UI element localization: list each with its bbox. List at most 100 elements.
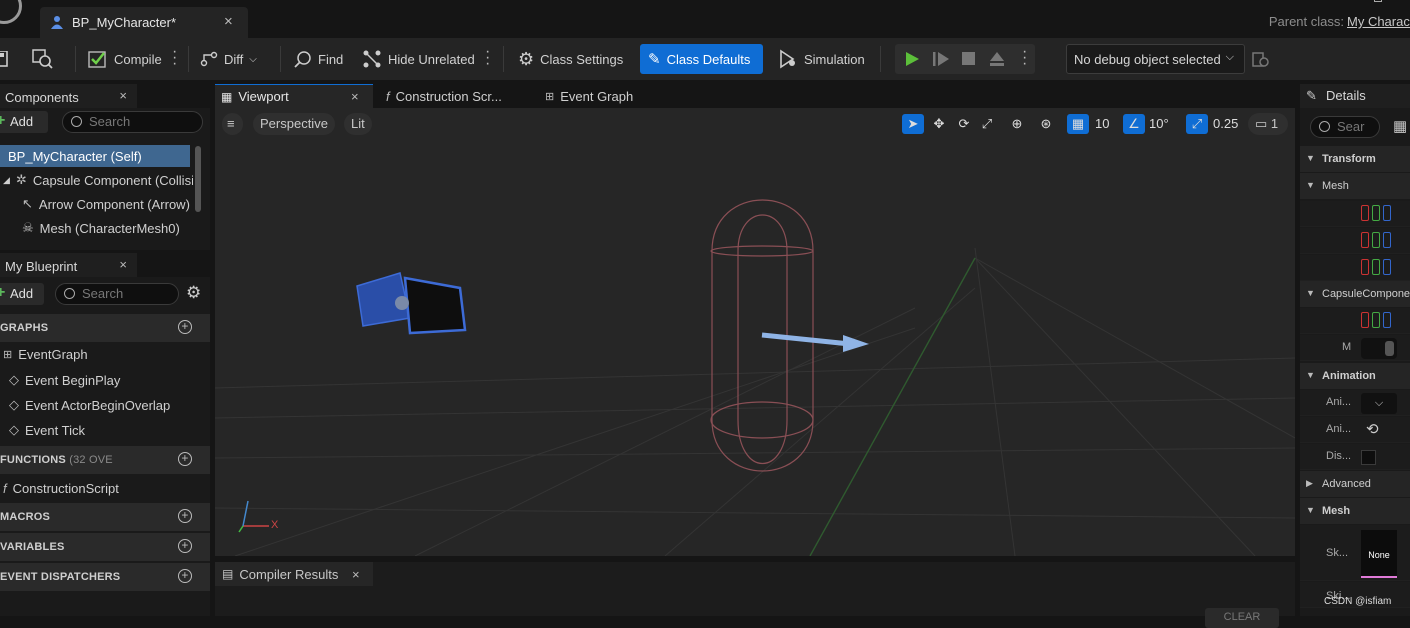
unreal-logo-icon[interactable] bbox=[0, 0, 22, 24]
graph-item-actorbeginoverlap[interactable]: ◇ Event ActorBeginOverlap bbox=[9, 397, 170, 413]
components-panel-tab[interactable]: Components × bbox=[0, 84, 137, 108]
play-options-icon[interactable]: · · · bbox=[1022, 44, 1027, 72]
components-search-input[interactable]: Search bbox=[62, 111, 203, 133]
close-tab-icon[interactable]: × bbox=[352, 567, 360, 582]
variables-section-header[interactable]: VARIABLES + bbox=[0, 533, 210, 561]
graphs-section-label: GRAPHS bbox=[0, 322, 49, 334]
mesh-location-fields[interactable] bbox=[1361, 205, 1397, 221]
advanced-section[interactable]: ▶ Advanced bbox=[1300, 471, 1410, 497]
settings-gear-icon[interactable]: ⚙ bbox=[186, 283, 201, 303]
scale-icon[interactable]: ⤢ bbox=[976, 114, 998, 134]
component-capsule-row[interactable]: ◢ ✲ Capsule Component (Collisi bbox=[3, 169, 193, 191]
capsule-section[interactable]: ▼ CapsuleCompone bbox=[1300, 281, 1410, 307]
details-search-input[interactable]: Sear bbox=[1310, 116, 1380, 138]
animation-section[interactable]: ▼ Animation bbox=[1300, 363, 1410, 389]
translate-icon[interactable]: ✥ bbox=[928, 114, 950, 134]
capsule-section-label: CapsuleCompone bbox=[1322, 288, 1410, 300]
graph-item-beginplay[interactable]: ◇ Event BeginPlay bbox=[9, 372, 120, 388]
add-variable-icon[interactable]: + bbox=[178, 539, 192, 553]
class-settings-button[interactable]: ⚙ Class Settings bbox=[518, 44, 623, 74]
lit-mode-button[interactable]: Lit bbox=[344, 113, 372, 135]
compile-options-icon[interactable]: · · · bbox=[172, 44, 177, 72]
dispatchers-section-header[interactable]: EVENT DISPATCHERS + bbox=[0, 563, 210, 591]
macros-section-header[interactable]: MACROS + bbox=[0, 503, 210, 531]
step-icon[interactable] bbox=[932, 51, 950, 67]
add-member-button[interactable]: + Add bbox=[0, 283, 44, 305]
stop-icon[interactable] bbox=[962, 52, 975, 65]
mesh-scale-fields[interactable] bbox=[1361, 259, 1397, 275]
select-mode-icon[interactable]: ➤ bbox=[902, 114, 924, 134]
component-mesh-row[interactable]: ☠ Mesh (CharacterMesh0) bbox=[22, 217, 190, 239]
play-controls: · · · bbox=[895, 44, 1035, 74]
my-blueprint-panel-tab[interactable]: My Blueprint × bbox=[0, 253, 137, 277]
add-component-button[interactable]: + Add bbox=[0, 111, 48, 133]
simulation-button[interactable]: Simulation bbox=[778, 44, 865, 74]
function-item-constructionscript[interactable]: f ConstructionScript bbox=[3, 481, 119, 496]
components-search-placeholder: Search bbox=[89, 114, 131, 129]
tab-event-graph[interactable]: ⊞ Event Graph bbox=[545, 84, 633, 108]
animation-mode-dropdown[interactable]: ⌵ bbox=[1361, 393, 1397, 414]
graph-item-eventgraph[interactable]: ⊞ EventGraph bbox=[3, 347, 88, 362]
close-tab-icon[interactable]: × bbox=[224, 13, 233, 30]
property-matrix-icon[interactable]: ▦ bbox=[1393, 117, 1407, 135]
rotate-icon[interactable]: ⟳ bbox=[953, 114, 975, 134]
graphs-section-header[interactable]: GRAPHS + bbox=[0, 314, 210, 342]
hide-unrelated-button[interactable]: Hide Unrelated bbox=[362, 44, 475, 74]
tab-viewport[interactable]: ▦ Viewport × bbox=[215, 84, 373, 108]
rotation-snap-value[interactable]: 10° bbox=[1149, 116, 1169, 131]
camera-speed-button[interactable]: ▭ 1 bbox=[1248, 113, 1288, 135]
capsule-scale-fields[interactable] bbox=[1361, 312, 1397, 328]
graph-item-tick[interactable]: ◇ Event Tick bbox=[9, 422, 85, 438]
compiler-results-tab[interactable]: ▤ Compiler Results × bbox=[215, 562, 373, 586]
class-defaults-button[interactable]: ✎ Class Defaults bbox=[640, 44, 763, 74]
rotation-snap-icon[interactable]: ∠ bbox=[1123, 114, 1145, 134]
parent-class-link[interactable]: My Charact bbox=[1347, 14, 1410, 29]
find-button[interactable]: Find bbox=[294, 44, 343, 74]
component-self-row[interactable]: BP_MyCharacter (Self) bbox=[0, 145, 190, 167]
browse-asset-icon[interactable] bbox=[32, 49, 54, 69]
components-scrollbar[interactable] bbox=[195, 146, 201, 212]
save-icon[interactable] bbox=[0, 51, 9, 67]
blueprint-search-input[interactable]: Search bbox=[55, 283, 179, 305]
viewport-scene bbox=[215, 199, 1295, 556]
world-local-icon[interactable]: ⊕ bbox=[1006, 114, 1028, 134]
transform-section[interactable]: ▼ Transform bbox=[1300, 146, 1410, 172]
eject-icon[interactable] bbox=[989, 51, 1005, 67]
compile-button[interactable]: Compile bbox=[88, 44, 162, 74]
perspective-button[interactable]: Perspective bbox=[253, 113, 335, 135]
close-tab-icon[interactable]: × bbox=[351, 89, 359, 104]
mesh2-section[interactable]: ▼ Mesh bbox=[1300, 498, 1410, 524]
grid-snap-value[interactable]: 10 bbox=[1095, 116, 1109, 131]
mesh-rotation-fields[interactable] bbox=[1361, 232, 1397, 248]
add-graph-icon[interactable]: + bbox=[178, 320, 192, 334]
surface-snap-icon[interactable]: ⊛ bbox=[1035, 114, 1057, 134]
add-dispatcher-icon[interactable]: + bbox=[178, 569, 192, 583]
disable-checkbox[interactable] bbox=[1361, 450, 1376, 465]
viewport-canvas[interactable]: X ≡ Perspective Lit ➤ ✥ ⟳ ⤢ ⊕ ⊛ ▦ 10 ∠ 1… bbox=[215, 108, 1295, 556]
document-tab[interactable]: BP_MyCharacter* × bbox=[40, 7, 248, 38]
clear-button[interactable]: CLEAR bbox=[1205, 608, 1279, 628]
tab-construction-script[interactable]: f Construction Scr... bbox=[386, 84, 502, 108]
viewport-menu-button[interactable]: ≡ bbox=[222, 113, 243, 135]
skeletal-mesh-thumbnail[interactable]: None bbox=[1361, 530, 1397, 578]
component-arrow-row[interactable]: ↖ Arrow Component (Arrow) bbox=[22, 193, 190, 215]
mobility-toggle[interactable] bbox=[1361, 338, 1397, 359]
close-panel-icon[interactable]: × bbox=[119, 88, 127, 103]
debug-object-dropdown[interactable]: No debug object selected ⌵ bbox=[1066, 44, 1245, 74]
restore-window-icon[interactable] bbox=[1374, 0, 1382, 2]
add-function-icon[interactable]: + bbox=[178, 452, 192, 466]
hide-unrelated-options-icon[interactable]: · · · bbox=[485, 44, 490, 72]
close-panel-icon[interactable]: × bbox=[119, 257, 127, 272]
play-icon[interactable] bbox=[904, 51, 920, 67]
functions-section-header[interactable]: FUNCTIONS (32 OVE + bbox=[0, 446, 210, 474]
collapse-arrow-icon[interactable]: ◢ bbox=[3, 175, 10, 186]
mesh-section[interactable]: ▼ Mesh bbox=[1300, 173, 1410, 199]
browse-asset-icon[interactable]: ⟲ bbox=[1366, 420, 1379, 438]
add-macro-icon[interactable]: + bbox=[178, 509, 192, 523]
scale-snap-icon[interactable]: ⤢ bbox=[1186, 114, 1208, 134]
debug-filter-icon[interactable] bbox=[1252, 51, 1270, 69]
details-panel-tab[interactable]: ✎ Details bbox=[1300, 84, 1410, 108]
grid-snap-icon[interactable]: ▦ bbox=[1067, 114, 1089, 134]
scale-snap-value[interactable]: 0.25 bbox=[1213, 116, 1238, 131]
diff-button[interactable]: Diff ⌵ bbox=[200, 44, 257, 74]
